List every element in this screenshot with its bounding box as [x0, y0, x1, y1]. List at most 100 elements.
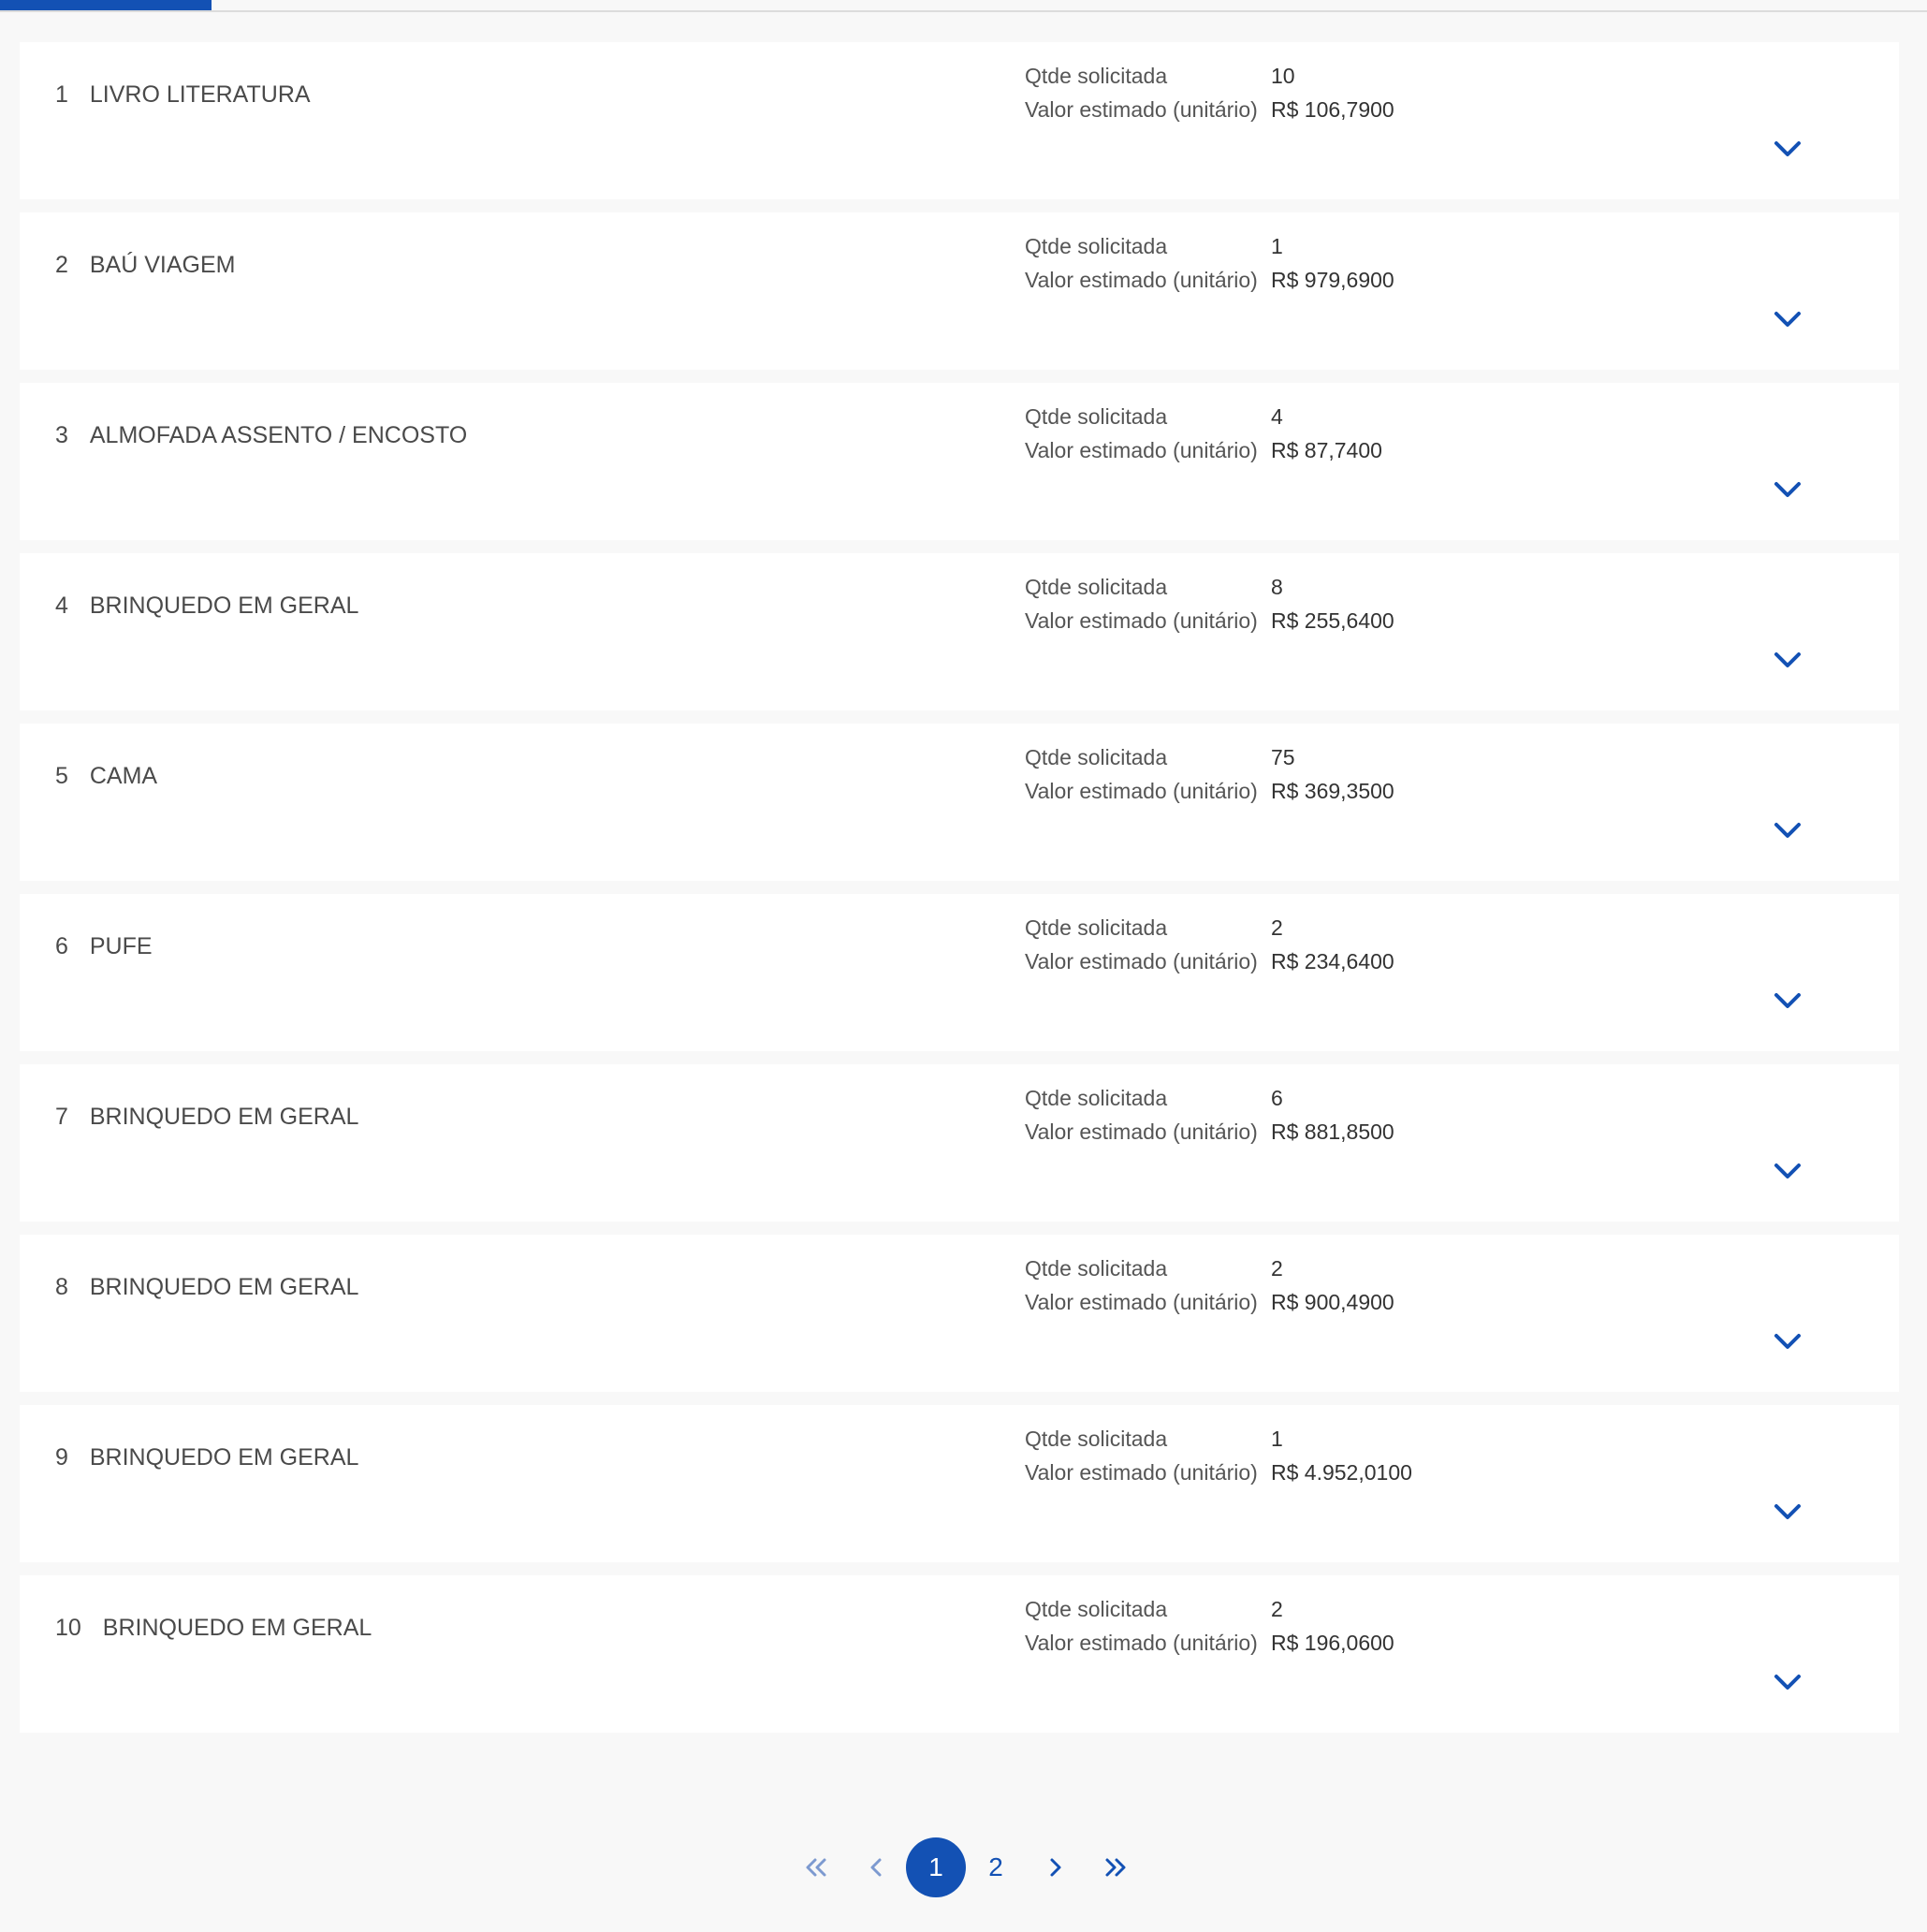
- qty-value: 1: [1271, 1427, 1283, 1451]
- item-card: 3 ALMOFADA ASSENTO / ENCOSTO Qtde solici…: [20, 383, 1899, 540]
- item-number: 2: [55, 252, 68, 278]
- qty-value: 8: [1271, 575, 1283, 599]
- item-title: 2 BAÚ VIAGEM: [55, 250, 235, 280]
- value-label: Valor estimado (unitário): [1025, 438, 1258, 462]
- item-details: Qtde solicitada 10 Valor estimado (unitá…: [1025, 59, 1394, 126]
- first-page-button[interactable]: [786, 1837, 846, 1897]
- item-number: 10: [55, 1615, 81, 1641]
- item-name: BRINQUEDO EM GERAL: [89, 1274, 359, 1300]
- value-value: R$ 881,8500: [1271, 1120, 1394, 1144]
- qty-value: 10: [1271, 64, 1295, 88]
- value-row: Valor estimado (unitário) R$ 369,3500: [1025, 774, 1394, 808]
- qty-label: Qtde solicitada: [1025, 575, 1168, 599]
- qty-row: Qtde solicitada 2: [1025, 1251, 1394, 1285]
- qty-label: Qtde solicitada: [1025, 64, 1168, 88]
- item-card: 8 BRINQUEDO EM GERAL Qtde solicitada 2 V…: [20, 1235, 1899, 1392]
- item-number: 9: [55, 1444, 68, 1471]
- expand-button[interactable]: [1767, 810, 1808, 851]
- qty-label: Qtde solicitada: [1025, 1597, 1168, 1621]
- value-label: Valor estimado (unitário): [1025, 949, 1258, 973]
- double-chevron-left-icon: [806, 1858, 826, 1877]
- value-label: Valor estimado (unitário): [1025, 608, 1258, 633]
- qty-value: 4: [1271, 404, 1283, 429]
- item-details: Qtde solicitada 6 Valor estimado (unitár…: [1025, 1081, 1394, 1149]
- qty-label: Qtde solicitada: [1025, 234, 1168, 258]
- qty-row: Qtde solicitada 4: [1025, 400, 1382, 433]
- value-label: Valor estimado (unitário): [1025, 1290, 1258, 1314]
- expand-button[interactable]: [1767, 1321, 1808, 1362]
- item-card: 1 LIVRO LITERATURA Qtde solicitada 10 Va…: [20, 42, 1899, 199]
- item-card: 4 BRINQUEDO EM GERAL Qtde solicitada 8 V…: [20, 553, 1899, 710]
- item-details: Qtde solicitada 4 Valor estimado (unitár…: [1025, 400, 1382, 467]
- expand-button[interactable]: [1767, 1150, 1808, 1192]
- value-value: R$ 369,3500: [1271, 779, 1394, 803]
- item-name: CAMA: [89, 763, 158, 789]
- item-number: 3: [55, 422, 68, 448]
- last-page-button[interactable]: [1086, 1837, 1146, 1897]
- qty-row: Qtde solicitada 10: [1025, 59, 1394, 93]
- item-card: 10 BRINQUEDO EM GERAL Qtde solicitada 2 …: [20, 1575, 1899, 1733]
- value-value: R$ 87,7400: [1271, 438, 1382, 462]
- value-value: R$ 900,4900: [1271, 1290, 1394, 1314]
- page-2-button[interactable]: 2: [966, 1837, 1026, 1897]
- item-title: 5 CAMA: [55, 761, 157, 791]
- value-row: Valor estimado (unitário) R$ 234,6400: [1025, 944, 1394, 978]
- qty-row: Qtde solicitada 1: [1025, 1422, 1412, 1456]
- item-details: Qtde solicitada 2 Valor estimado (unitár…: [1025, 911, 1394, 978]
- item-details: Qtde solicitada 8 Valor estimado (unitár…: [1025, 570, 1394, 637]
- value-label: Valor estimado (unitário): [1025, 1120, 1258, 1144]
- next-page-button[interactable]: [1026, 1837, 1086, 1897]
- value-row: Valor estimado (unitário) R$ 881,8500: [1025, 1115, 1394, 1149]
- value-row: Valor estimado (unitário) R$ 255,6400: [1025, 604, 1394, 637]
- item-number: 7: [55, 1104, 68, 1130]
- value-label: Valor estimado (unitário): [1025, 97, 1258, 122]
- item-card: 2 BAÚ VIAGEM Qtde solicitada 1 Valor est…: [20, 212, 1899, 370]
- qty-value: 2: [1271, 1597, 1283, 1621]
- item-name: BAÚ VIAGEM: [89, 252, 236, 278]
- item-title: 8 BRINQUEDO EM GERAL: [55, 1272, 358, 1302]
- item-details: Qtde solicitada 75 Valor estimado (unitá…: [1025, 740, 1394, 808]
- item-card: 7 BRINQUEDO EM GERAL Qtde solicitada 6 V…: [20, 1064, 1899, 1222]
- item-details: Qtde solicitada 2 Valor estimado (unitár…: [1025, 1251, 1394, 1319]
- qty-row: Qtde solicitada 2: [1025, 911, 1394, 944]
- value-row: Valor estimado (unitário) R$ 4.952,0100: [1025, 1456, 1412, 1489]
- prev-page-button[interactable]: [846, 1837, 906, 1897]
- expand-button[interactable]: [1767, 980, 1808, 1021]
- item-name: BRINQUEDO EM GERAL: [89, 593, 359, 619]
- expand-button[interactable]: [1767, 469, 1808, 510]
- item-card: 5 CAMA Qtde solicitada 75 Valor estimado…: [20, 724, 1899, 881]
- chevron-left-icon: [870, 1858, 882, 1877]
- qty-value: 75: [1271, 745, 1295, 769]
- item-title: 3 ALMOFADA ASSENTO / ENCOSTO: [55, 420, 467, 450]
- item-details: Qtde solicitada 1 Valor estimado (unitár…: [1025, 1422, 1412, 1489]
- expand-button[interactable]: [1767, 639, 1808, 681]
- qty-value: 2: [1271, 1256, 1283, 1281]
- value-value: R$ 979,6900: [1271, 268, 1394, 292]
- expand-button[interactable]: [1767, 1491, 1808, 1532]
- expand-button[interactable]: [1767, 299, 1808, 340]
- chevron-down-icon: [1774, 1675, 1801, 1690]
- qty-value: 6: [1271, 1086, 1283, 1110]
- qty-row: Qtde solicitada 8: [1025, 570, 1394, 604]
- item-title: 6 PUFE: [55, 931, 153, 961]
- chevron-down-icon: [1774, 1504, 1801, 1519]
- item-card: 9 BRINQUEDO EM GERAL Qtde solicitada 1 V…: [20, 1405, 1899, 1562]
- item-title: 1 LIVRO LITERATURA: [55, 80, 311, 110]
- item-title: 7 BRINQUEDO EM GERAL: [55, 1102, 358, 1132]
- value-label: Valor estimado (unitário): [1025, 779, 1258, 803]
- value-value: R$ 196,0600: [1271, 1631, 1394, 1655]
- chevron-right-icon: [1050, 1858, 1061, 1877]
- value-row: Valor estimado (unitário) R$ 87,7400: [1025, 433, 1382, 467]
- expand-button[interactable]: [1767, 128, 1808, 169]
- item-title: 4 BRINQUEDO EM GERAL: [55, 591, 358, 621]
- page-1-button[interactable]: 1: [906, 1837, 966, 1897]
- item-number: 6: [55, 933, 68, 959]
- qty-label: Qtde solicitada: [1025, 1256, 1168, 1281]
- item-number: 1: [55, 81, 68, 108]
- value-row: Valor estimado (unitário) R$ 106,7900: [1025, 93, 1394, 126]
- item-name: BRINQUEDO EM GERAL: [102, 1615, 372, 1641]
- expand-button[interactable]: [1767, 1661, 1808, 1703]
- value-label: Valor estimado (unitário): [1025, 1631, 1258, 1655]
- qty-row: Qtde solicitada 1: [1025, 229, 1394, 263]
- double-chevron-right-icon: [1105, 1858, 1126, 1877]
